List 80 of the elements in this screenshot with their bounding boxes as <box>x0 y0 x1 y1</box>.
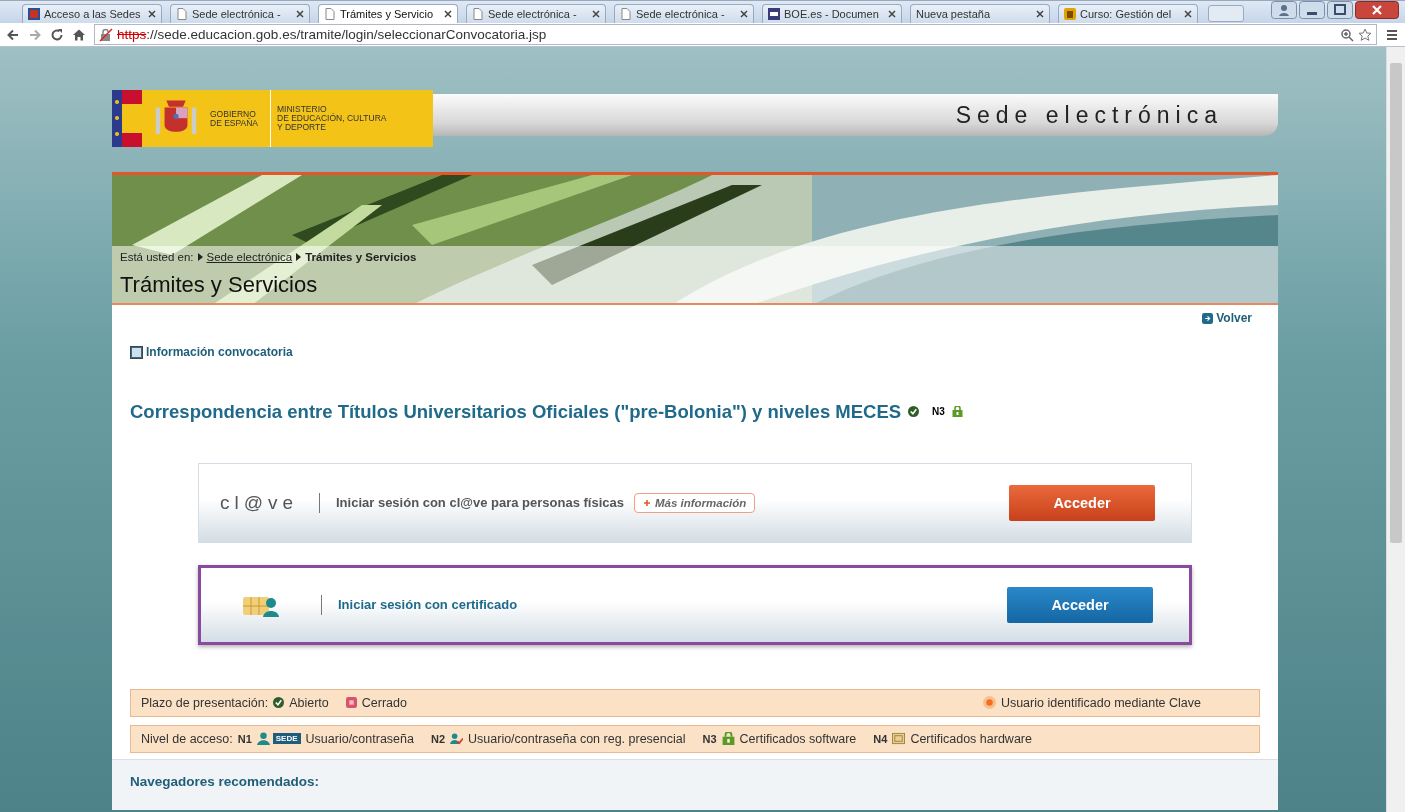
arrow-icon <box>1202 312 1214 324</box>
access-level: N3 <box>932 406 945 417</box>
browser-tab[interactable]: Trámites y Servicio <box>318 4 458 23</box>
plus-icon <box>643 498 651 507</box>
reload-icon[interactable] <box>50 27 64 42</box>
legend-text: Usuario/contraseña <box>305 731 414 746</box>
info-link[interactable]: Información convocatoria <box>130 345 293 359</box>
legend-text: Usuario/contraseña con reg. presencial <box>468 731 686 746</box>
legend-text: Certificados software <box>739 731 857 746</box>
level-code: N3 <box>702 732 717 745</box>
broken-lock-icon <box>99 27 113 42</box>
legend-label: Nivel de acceso: <box>141 731 233 746</box>
page-icon <box>176 8 188 20</box>
legend-text: Certificados hardware <box>910 731 1032 746</box>
government-name: GOBIERNO DE ESPAÑA <box>210 90 272 147</box>
close-icon[interactable] <box>444 10 452 18</box>
menu-icon[interactable] <box>1385 27 1399 42</box>
user-icon <box>256 732 270 745</box>
user-check-icon <box>450 732 464 745</box>
login-label: Iniciar sesión con certificado <box>338 597 518 612</box>
user-icon[interactable] <box>1271 1 1297 19</box>
legend-text: Usuario identificado mediante Clave <box>1000 695 1201 710</box>
maximize-icon[interactable] <box>1327 1 1353 19</box>
close-icon[interactable] <box>1355 1 1399 19</box>
lock-icon <box>951 406 963 417</box>
browser-tab[interactable]: Acceso a las Sedes <box>22 4 162 23</box>
page-title: Trámites y Servicios <box>120 271 319 299</box>
browser-tab[interactable]: Nueva pestaña <box>910 4 1050 23</box>
boe-icon <box>768 8 780 20</box>
legend-text: Cerrado <box>361 695 407 710</box>
close-icon[interactable] <box>296 10 304 18</box>
card-reader-icon <box>892 732 906 745</box>
more-info-button[interactable]: Más información <box>634 492 756 513</box>
star-icon[interactable] <box>1358 27 1372 42</box>
browser-tab[interactable]: BOE.es - Documen <box>762 4 902 23</box>
sede-badge: SEDE <box>272 733 301 744</box>
login-label: Iniciar sesión con cl@ve para personas físicas <box>336 495 624 510</box>
address-bar[interactable]: https://sede.educacion.gob.es/tramite/login/seleccionarConvocatoria.jsp <box>94 24 1377 45</box>
close-icon[interactable] <box>148 10 156 18</box>
clave-dot-icon <box>982 696 996 709</box>
level-code: N4 <box>873 732 888 745</box>
access-button[interactable]: Acceder <box>1009 484 1155 521</box>
check-icon <box>273 697 285 708</box>
scrollbar[interactable] <box>1386 47 1405 812</box>
browser-tab[interactable]: Sede electrónica - <box>170 4 310 23</box>
back-link[interactable]: Volver <box>1202 311 1252 325</box>
browser-tab[interactable]: Sede electrónica - <box>614 4 754 23</box>
arrow-icon <box>296 253 302 261</box>
close-icon[interactable] <box>1184 10 1192 18</box>
back-icon[interactable] <box>6 27 20 42</box>
course-icon <box>1064 8 1076 20</box>
level-code: N2 <box>431 732 446 745</box>
close-icon[interactable] <box>740 10 748 18</box>
legend-text: Abierto <box>289 695 329 710</box>
clave-logo: cl@ve <box>219 491 299 514</box>
site-title-bar: Sede electrónica <box>433 94 1278 136</box>
close-icon[interactable] <box>1036 10 1044 18</box>
home-icon[interactable] <box>72 27 86 42</box>
close-icon[interactable] <box>888 10 896 18</box>
ministry-name: MINISTERIO DE EDUCACIÓN, CULTURA Y DEPORTE <box>277 105 387 132</box>
site-icon <box>28 8 40 20</box>
legend-label: Plazo de presentación: <box>141 695 269 710</box>
zoom-icon[interactable] <box>1340 27 1354 42</box>
browser-tab[interactable]: Sede electrónica - <box>466 4 606 23</box>
close-icon[interactable] <box>592 10 600 18</box>
level-code: N1 <box>237 732 252 745</box>
access-button[interactable]: Acceder <box>1007 586 1153 623</box>
breadcrumb-current: Trámites y Servicios <box>305 251 417 263</box>
page-icon <box>620 8 632 20</box>
browser-tab[interactable]: Curso: Gestión del <box>1058 4 1198 23</box>
breadcrumb-link[interactable]: Sede electrónica <box>206 251 293 263</box>
page-icon <box>472 8 484 20</box>
arrow-icon <box>197 253 203 261</box>
breadcrumb-label: Está usted en: <box>120 251 194 263</box>
minimize-icon[interactable] <box>1299 1 1325 19</box>
procedure-title: Correspondencia entre Títulos Universitarios Oficiales ("pre-Bolonia") y niveles MECES <box>130 400 902 423</box>
page-icon <box>324 8 336 20</box>
section-heading: Navegadores recomendados: <box>130 773 320 789</box>
closed-icon <box>345 697 357 708</box>
lock-icon <box>721 732 735 745</box>
